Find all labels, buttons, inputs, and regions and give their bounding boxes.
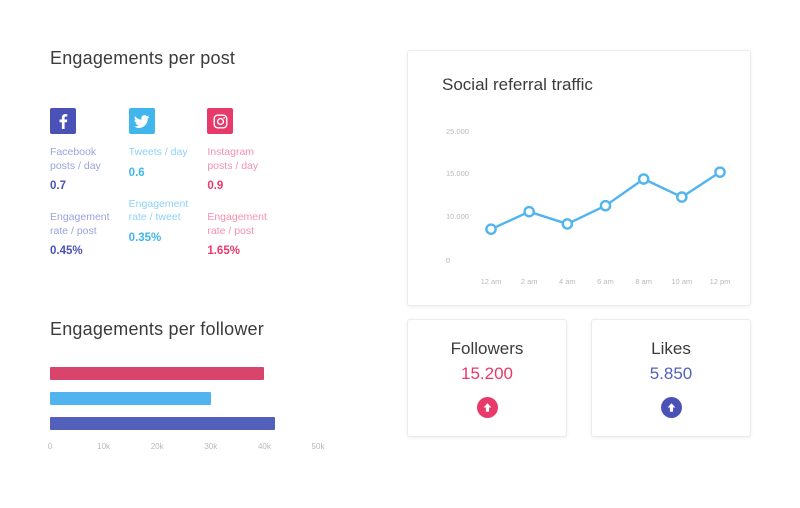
social-column-instagram: Instagram posts / day 0.9 Engagement rat… [207, 108, 286, 257]
engagements-per-follower-title: Engagements per follower [50, 319, 264, 339]
line-chart-data-point[interactable] [599, 199, 612, 212]
facebook-metric-value: 0.7 [50, 180, 66, 192]
likes-card-value: 5.850 [649, 363, 693, 383]
twitter-rate-value: 0.35% [128, 231, 162, 244]
instagram-rate-value: 1.65% [207, 245, 240, 257]
arrow-up-icon [660, 396, 682, 418]
bar-axis-tick: 20k [150, 442, 164, 451]
horizontal-bar-chart: 0 10k 20k 30k 40k 50k [47, 367, 325, 459]
facebook-metric-label: Facebook posts / day [50, 146, 101, 172]
left-column: Engagements per post Facebook posts / da… [47, 48, 370, 459]
bar-row [50, 367, 318, 380]
twitter-icon[interactable] [128, 108, 155, 134]
bar-axis-tick: 30k [204, 442, 218, 451]
engagements-per-follower-section: Engagements per follower 0 10k 20k 30k 40k 50… [47, 319, 370, 459]
bar-axis-tick: 40k [257, 442, 271, 451]
line-chart-x-tick: 10 am [671, 277, 692, 286]
instagram-icon[interactable] [207, 108, 234, 134]
line-chart-data-point[interactable] [637, 173, 650, 185]
instagram-metric-value: 0.9 [207, 180, 224, 192]
line-chart-y-tick: 25.000 [446, 127, 469, 136]
line-chart-data-point[interactable] [714, 166, 726, 178]
twitter-metric-value: 0.6 [128, 166, 145, 179]
facebook-rate-label: Engagement rate / post [50, 211, 110, 237]
social-column-facebook: Facebook posts / day 0.7 Engagement rate… [50, 108, 129, 257]
followers-card-title: Followers [450, 338, 524, 358]
line-chart-x-tick: 8 am [635, 277, 652, 286]
followers-card: Followers 15.200 [407, 319, 567, 437]
bar-chart-x-axis: 0 10k 20k 30k 40k 50k [47, 442, 325, 456]
bar-row [50, 392, 318, 405]
line-chart-x-tick: 4 am [559, 277, 576, 286]
social-referral-traffic-card: Social referral traffic 0 10.000 15.000 25.… [407, 50, 751, 306]
instagram-rate-label: Engagement rate / post [207, 211, 267, 237]
line-chart-x-tick: 12 pm [710, 277, 731, 286]
facebook-rate-value: 0.45% [50, 245, 83, 257]
arrow-up-icon [476, 396, 498, 418]
line-chart-x-tick: 12 am [481, 277, 502, 286]
likes-card: Likes 5.850 [591, 319, 751, 437]
line-chart: 0 10.000 15.000 25.000 12 am 2 am 4 am 6 am 8 am… [446, 127, 731, 286]
line-chart-data-point[interactable] [485, 223, 497, 235]
bar-twitter [50, 392, 211, 405]
line-chart-x-tick: 2 am [521, 277, 538, 286]
bar-instagram [50, 367, 265, 380]
line-chart-x-tick: 6 am [597, 277, 614, 286]
line-chart-data-point[interactable] [561, 218, 574, 230]
twitter-rate-label: Engagement rate / tweet [128, 197, 189, 224]
instagram-metric-label: Instagram posts / day [207, 146, 259, 172]
line-chart-data-point[interactable] [523, 205, 535, 218]
line-chart-y-tick: 15.000 [446, 169, 469, 178]
line-chart-data-point[interactable] [676, 191, 688, 203]
bar-row [50, 417, 318, 430]
bar-axis-tick: 10k [97, 442, 111, 451]
social-stats-grid: Facebook posts / day 0.7 Engagement rate… [50, 108, 286, 257]
followers-card-value: 15.200 [461, 363, 513, 383]
likes-card-title: Likes [651, 338, 691, 358]
facebook-icon[interactable] [50, 108, 76, 134]
line-chart-y-tick: 10.000 [446, 212, 469, 221]
line-chart-y-tick: 0 [446, 256, 450, 265]
engagements-per-post-title: Engagements per post [50, 48, 236, 68]
bar-axis-tick: 50k [311, 442, 325, 451]
bar-facebook [50, 417, 276, 430]
social-column-twitter: Tweets / day 0.6 Engagement rate / tweet… [128, 108, 208, 257]
twitter-metric-label: Tweets / day [128, 146, 188, 158]
bar-axis-tick: 0 [47, 442, 53, 451]
